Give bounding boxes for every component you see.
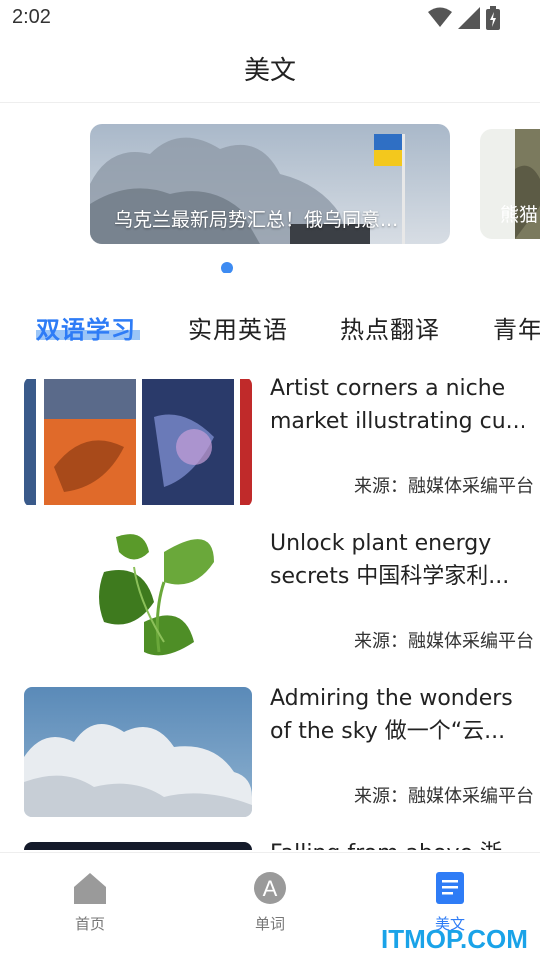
article-source: 来源：融媒体采编平台 <box>354 476 534 497</box>
article-thumbnail <box>24 377 252 507</box>
status-time: 2:02 <box>12 6 51 28</box>
nav-words-label: 单词 <box>254 915 285 933</box>
article-title-line: Unlock plant energy <box>270 531 492 556</box>
battery-icon <box>486 6 500 30</box>
article-title: Admiring the wonders of the sky 做一个“云... <box>270 682 524 748</box>
page-title: 美文 <box>243 56 296 86</box>
tab-bilingual-study[interactable]: 双语学习 <box>36 310 136 345</box>
article-source: 来源：融媒体采编平台 <box>354 786 534 807</box>
night-sky-image <box>24 842 252 850</box>
tab-practical-english[interactable]: 实用英语 <box>188 310 288 345</box>
category-tabs: 双语学习 实用英语 热点翻译 青年 <box>0 296 540 356</box>
banner-caption: 乌克兰最新局势汇总！俄乌同意... <box>114 209 399 231</box>
home-icon <box>74 873 106 904</box>
article-item[interactable]: Artist corners a niche market illustrati… <box>24 360 534 507</box>
tab-hot-translation[interactable]: 热点翻译 <box>340 310 440 345</box>
app-header: 美文 <box>0 36 540 103</box>
article-title-line: of the sky 做一个“云... <box>270 719 506 744</box>
banner-card[interactable]: 乌克兰最新局势汇总！俄乌同意... <box>90 124 450 244</box>
banner-card-next[interactable]: 熊猫 <box>480 129 540 239</box>
nav-home[interactable]: 首页 <box>45 871 135 934</box>
article-title-line: market illustrating cu... <box>270 409 524 434</box>
document-icon <box>436 872 464 904</box>
watermark: ITMOP.COM <box>381 924 528 954</box>
article-item[interactable]: Falling from above 浙 <box>24 825 524 850</box>
carousel-indicator-dot <box>221 262 233 273</box>
status-icons <box>428 6 500 30</box>
article-thumbnail <box>24 687 252 817</box>
article-thumbnail <box>24 532 252 662</box>
banner-carousel[interactable]: 乌克兰最新局势汇总！俄乌同意... 熊猫 <box>0 103 540 273</box>
article-title-line: Admiring the wonders <box>270 686 513 711</box>
article-thumbnail <box>24 842 252 850</box>
spinach-leaves-image <box>24 532 252 662</box>
article-title-line: Falling from above 浙 <box>270 837 524 850</box>
clouds-sky-image <box>24 687 252 817</box>
article-title: Artist corners a niche market illustrati… <box>270 372 524 438</box>
article-item[interactable]: Admiring the wonders of the sky 做一个“云...… <box>24 670 534 817</box>
svg-text:A: A <box>263 876 278 901</box>
banner-caption-next: 熊猫 <box>500 204 539 226</box>
article-item[interactable]: Unlock plant energy secrets 中国科学家利... 来源… <box>24 515 534 662</box>
journal-covers-image <box>24 377 252 507</box>
article-title-line: secrets 中国科学家利... <box>270 564 510 589</box>
article-list: Artist corners a niche market illustrati… <box>0 360 540 850</box>
article-title-line: Artist corners a niche <box>270 376 506 401</box>
signal-icon <box>458 7 480 29</box>
tab-youth[interactable]: 青年 <box>493 310 540 345</box>
status-bar: 2:02 <box>0 0 540 36</box>
letter-a-icon: A <box>254 872 286 904</box>
article-title: Unlock plant energy secrets 中国科学家利... <box>270 527 524 593</box>
article-title: Falling from above 浙 <box>270 837 524 850</box>
nav-home-label: 首页 <box>74 915 105 933</box>
wifi-icon <box>428 7 452 27</box>
nav-words[interactable]: A 单词 <box>225 871 315 934</box>
article-source: 来源：融媒体采编平台 <box>354 631 534 652</box>
